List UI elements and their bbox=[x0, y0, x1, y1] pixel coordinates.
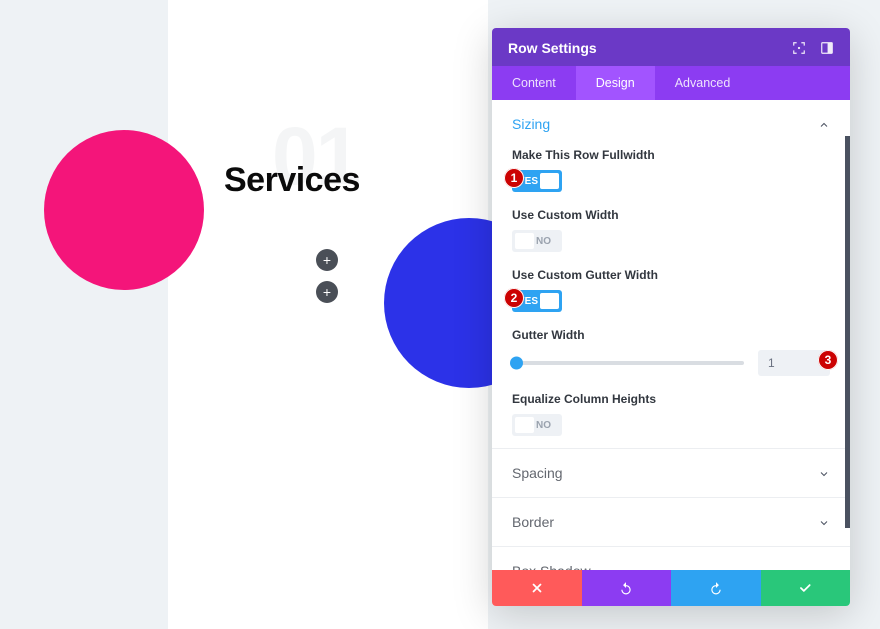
scrollbar[interactable] bbox=[845, 136, 850, 528]
toggle-equalize[interactable]: NO bbox=[512, 414, 562, 436]
section-sizing: Sizing Make This Row Fullwidth YES 1 Use… bbox=[492, 100, 850, 448]
panel-title: Row Settings bbox=[508, 40, 597, 56]
cancel-button[interactable] bbox=[492, 570, 582, 606]
gutter-slider[interactable] bbox=[512, 361, 744, 365]
section-border[interactable]: Border bbox=[492, 497, 850, 546]
tab-advanced[interactable]: Advanced bbox=[655, 66, 751, 100]
section-box-shadow[interactable]: Box Shadow bbox=[492, 546, 850, 570]
field-gutter-width: Gutter Width 1 3 bbox=[512, 322, 830, 386]
toggle-knob bbox=[515, 417, 534, 433]
slider-row: 1 bbox=[512, 350, 830, 376]
field-fullwidth: Make This Row Fullwidth YES 1 bbox=[512, 142, 830, 202]
field-label: Make This Row Fullwidth bbox=[512, 148, 830, 162]
redo-button[interactable] bbox=[671, 570, 761, 606]
panel-tabs: Content Design Advanced bbox=[492, 66, 850, 100]
slider-thumb[interactable] bbox=[510, 357, 523, 370]
field-label: Use Custom Gutter Width bbox=[512, 268, 830, 282]
section-header-sizing[interactable]: Sizing bbox=[512, 114, 830, 142]
focus-icon[interactable] bbox=[792, 41, 806, 55]
tab-content[interactable]: Content bbox=[492, 66, 576, 100]
panel-footer bbox=[492, 570, 850, 606]
undo-button[interactable] bbox=[582, 570, 672, 606]
toggle-knob bbox=[540, 173, 559, 189]
pink-circle-shape bbox=[44, 130, 204, 290]
section-spacing[interactable]: Spacing bbox=[492, 448, 850, 497]
services-heading: Services bbox=[224, 161, 360, 200]
field-custom-gutter: Use Custom Gutter Width YES 2 bbox=[512, 262, 830, 322]
chevron-down-icon bbox=[818, 565, 830, 570]
field-label: Equalize Column Heights bbox=[512, 392, 830, 406]
close-icon bbox=[530, 581, 544, 595]
annotation-badge: 2 bbox=[504, 288, 524, 308]
chevron-up-icon bbox=[818, 118, 830, 130]
section-title: Spacing bbox=[512, 465, 563, 481]
page-canvas: 01 Services + + bbox=[168, 0, 488, 629]
annotation-badge: 3 bbox=[818, 350, 838, 370]
panel-body: Sizing Make This Row Fullwidth YES 1 Use… bbox=[492, 100, 850, 570]
chevron-down-icon bbox=[818, 467, 830, 479]
tab-design[interactable]: Design bbox=[576, 66, 655, 100]
section-title: Sizing bbox=[512, 116, 550, 132]
field-label: Gutter Width bbox=[512, 328, 830, 342]
expand-icon[interactable] bbox=[820, 41, 834, 55]
redo-icon bbox=[709, 581, 723, 595]
toggle-knob bbox=[515, 233, 534, 249]
chevron-down-icon bbox=[818, 516, 830, 528]
field-custom-width: Use Custom Width NO bbox=[512, 202, 830, 262]
undo-icon bbox=[619, 581, 633, 595]
save-button[interactable] bbox=[761, 570, 851, 606]
add-button[interactable]: + bbox=[316, 249, 338, 271]
annotation-badge: 1 bbox=[504, 168, 524, 188]
check-icon bbox=[798, 581, 812, 595]
add-button[interactable]: + bbox=[316, 281, 338, 303]
header-icon-group bbox=[792, 41, 834, 55]
field-equalize: Equalize Column Heights NO bbox=[512, 386, 830, 446]
row-settings-panel: Row Settings Content Design Advanced Siz… bbox=[492, 28, 850, 606]
panel-header: Row Settings bbox=[492, 28, 850, 66]
section-title: Box Shadow bbox=[512, 563, 591, 570]
section-title: Border bbox=[512, 514, 554, 530]
toggle-knob bbox=[540, 293, 559, 309]
toggle-custom-width[interactable]: NO bbox=[512, 230, 562, 252]
field-label: Use Custom Width bbox=[512, 208, 830, 222]
